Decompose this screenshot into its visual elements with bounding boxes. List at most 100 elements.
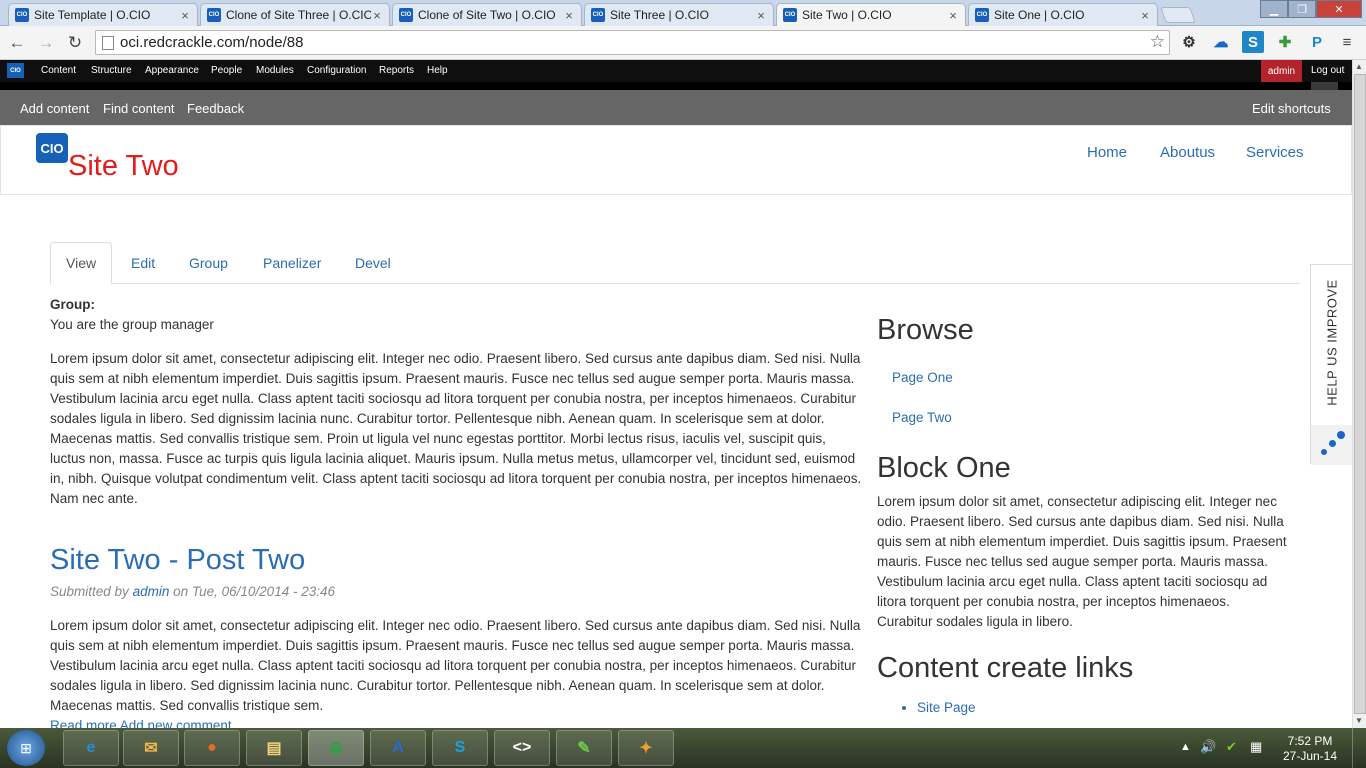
security-icon[interactable]: ✔ [1226, 739, 1237, 755]
site-name[interactable]: Site Two [68, 150, 179, 183]
author-link[interactable]: admin [133, 584, 170, 599]
browse-link-page-one[interactable]: Page One [892, 368, 1287, 388]
browser-tab[interactable]: CIO Site One | O.CIO × [968, 3, 1158, 26]
tab-title: Site Template | O.CIO [34, 8, 151, 22]
bookmark-star-icon[interactable]: ☆ [1150, 32, 1165, 52]
s-extension-icon[interactable]: S [1242, 31, 1264, 53]
url-text: oci.redcrackle.com/node/88 [120, 34, 304, 51]
submitted-date: on Tue, 06/10/2014 - 23:46 [173, 584, 335, 599]
logout-link[interactable]: Log out [1311, 65, 1344, 76]
show-desktop-button[interactable] [1352, 728, 1366, 768]
browse-link-page-two[interactable]: Page Two [892, 408, 1287, 428]
browser-tab-strip: CIO Site Template | O.CIO × CIO Clone of… [0, 0, 1366, 26]
tab-panelizer[interactable]: Panelizer [263, 242, 321, 284]
admin-user-link[interactable]: admin [1261, 60, 1302, 82]
browser-tab-active[interactable]: CIO Site Two | O.CIO × [776, 3, 966, 26]
feedback-dots-icon [1311, 425, 1353, 465]
browser-tab[interactable]: CIO Site Three | O.CIO × [584, 3, 774, 26]
scroll-down-icon[interactable]: ▼ [1355, 716, 1363, 725]
browse-block-title: Browse [877, 314, 974, 346]
close-tab-icon[interactable]: × [947, 8, 959, 23]
close-window-icon[interactable]: ✕ [1316, 0, 1362, 18]
close-tab-icon[interactable]: × [755, 8, 767, 23]
menu-icon[interactable]: ≡ [1336, 31, 1358, 53]
submitted-prefix: Submitted by [50, 584, 129, 599]
group-status-text: You are the group manager [50, 317, 214, 332]
admin-menu-item-structure[interactable]: Structure [91, 65, 132, 76]
close-tab-icon[interactable]: × [179, 8, 191, 23]
local-tabs: View Edit Group Panelizer Devel [50, 242, 1300, 284]
cio-favicon-icon: CIO [783, 8, 797, 22]
close-tab-icon[interactable]: × [563, 8, 575, 23]
cloud-extension-icon[interactable]: ☁ [1210, 31, 1232, 53]
block-one-title: Block One [877, 452, 1011, 484]
word-icon[interactable]: A [370, 730, 426, 766]
chrome-icon[interactable]: ◉ [308, 730, 364, 766]
browser-tab[interactable]: CIO Site Template | O.CIO × [8, 3, 198, 26]
scroll-up-icon[interactable]: ▲ [1355, 62, 1363, 71]
volume-icon[interactable]: 🔊 [1200, 739, 1216, 755]
skype-icon[interactable]: S [432, 730, 488, 766]
content-link-site-page[interactable]: Site Page [917, 698, 1287, 718]
tab-group[interactable]: Group [189, 242, 228, 284]
browser-tab[interactable]: CIO Clone of Site Two | O.CIO × [392, 3, 582, 26]
edit-shortcuts-link[interactable]: Edit shortcuts [1252, 101, 1331, 116]
notepad-icon[interactable]: ✎ [556, 730, 612, 766]
close-tab-icon[interactable]: × [1139, 8, 1151, 23]
clock-date: 27-Jun-14 [1282, 749, 1338, 763]
admin-menu-item-people[interactable]: People [211, 65, 242, 76]
reload-icon[interactable]: ↻ [63, 31, 87, 55]
tab-view[interactable]: View [50, 242, 113, 284]
group-label: Group: [50, 297, 95, 312]
help-us-improve-tab[interactable]: HELP US IMPROVE [1310, 264, 1353, 465]
shortcut-feedback[interactable]: Feedback [187, 101, 244, 116]
browser-tab[interactable]: CIO Clone of Site Three | O.CIO × [200, 3, 390, 26]
page-scrollbar[interactable]: ▲ ▼ [1352, 60, 1366, 728]
start-button[interactable]: ⊞ [7, 730, 45, 766]
tray-arrow-icon[interactable]: ▲ [1180, 741, 1191, 753]
site-logo[interactable]: CIO [36, 133, 68, 163]
close-tab-icon[interactable]: × [371, 8, 383, 23]
shortcut-find-content[interactable]: Find content [103, 101, 175, 116]
system-clock[interactable]: 7:52 PM 27-Jun-14 [1280, 734, 1340, 764]
admin-menu-item-configuration[interactable]: Configuration [307, 65, 366, 76]
node-body: Lorem ipsum dolor sit amet, consectetur … [50, 351, 862, 506]
scrollbar-thumb[interactable] [1354, 74, 1366, 714]
admin-menu-item-help[interactable]: Help [427, 65, 448, 76]
content-create-links-title: Content create links [877, 652, 1134, 684]
admin-menu-item-appearance[interactable]: Appearance [145, 65, 199, 76]
new-tab-button[interactable] [1160, 7, 1196, 23]
p-extension-icon[interactable]: P [1306, 31, 1328, 53]
file-explorer-icon[interactable]: ▤ [246, 730, 302, 766]
admin-menu-item-content[interactable]: Content [41, 65, 76, 76]
gear-icon[interactable]: ⚙ [1178, 31, 1200, 53]
back-icon[interactable]: ← [5, 31, 29, 55]
plus-extension-icon[interactable]: ✚ [1274, 31, 1296, 53]
tab-title: Site Three | O.CIO [610, 8, 709, 22]
tab-edit[interactable]: Edit [131, 242, 155, 284]
tab-title: Site Two | O.CIO [802, 8, 892, 22]
forward-icon[interactable]: → [34, 31, 58, 55]
internet-explorer-icon[interactable]: e [63, 730, 119, 766]
paint-icon[interactable]: ✦ [618, 730, 674, 766]
admin-menu-item-modules[interactable]: Modules [256, 65, 294, 76]
tab-devel[interactable]: Devel [355, 242, 391, 284]
post-title-link[interactable]: Site Two - Post Two [50, 542, 862, 578]
cio-favicon-icon: CIO [15, 8, 29, 22]
shortcut-add-content[interactable]: Add content [20, 101, 89, 116]
help-us-improve-label: HELP US IMPROVE [1324, 278, 1340, 406]
network-icon[interactable]: ▦ [1250, 739, 1262, 755]
minimize-icon[interactable]: ▁ [1260, 0, 1288, 18]
admin-menu-item-reports[interactable]: Reports [379, 65, 414, 76]
admin-home-logo[interactable]: CIO [7, 63, 24, 78]
nav-services[interactable]: Services [1246, 144, 1304, 161]
nav-home[interactable]: Home [1087, 144, 1127, 161]
address-bar[interactable]: oci.redcrackle.com/node/88 ☆ [95, 30, 1170, 55]
outlook-icon[interactable]: ✉ [123, 730, 179, 766]
restore-icon[interactable]: ❐ [1288, 0, 1316, 18]
code-editor-icon[interactable]: <> [494, 730, 550, 766]
nav-aboutus[interactable]: Aboutus [1160, 144, 1215, 161]
logout-tab-stub [1311, 82, 1338, 90]
admin-bar-shadow [0, 82, 1352, 90]
firefox-icon[interactable]: ● [184, 730, 240, 766]
